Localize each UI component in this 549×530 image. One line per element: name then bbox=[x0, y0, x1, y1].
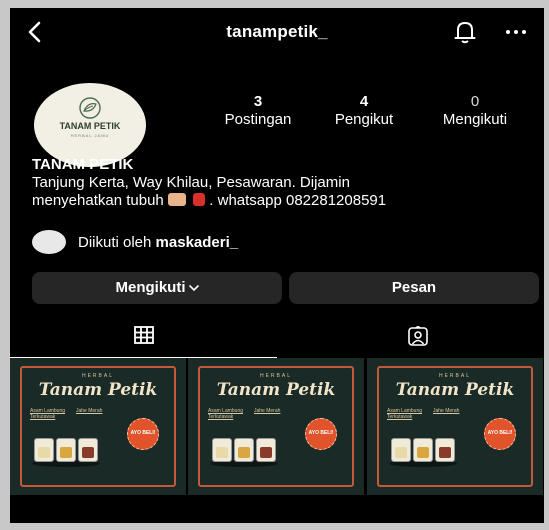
stat-followers[interactable]: 4 Pengikut bbox=[320, 93, 408, 128]
product-pack bbox=[212, 438, 232, 462]
post-badge: AYO BELI! bbox=[127, 418, 159, 450]
message-button[interactable]: Pesan bbox=[289, 272, 539, 304]
post-tag: HERBAL bbox=[81, 373, 114, 379]
post-title: Tanam Petik bbox=[216, 380, 336, 400]
product-pack bbox=[256, 438, 276, 462]
stat-followers-label: Pengikut bbox=[334, 111, 394, 128]
stat-followers-count: 4 bbox=[359, 93, 369, 110]
following-button[interactable]: Mengikuti bbox=[32, 272, 282, 304]
avatar-subtitle: HERBAL JAMU bbox=[70, 133, 110, 138]
product-pack bbox=[56, 438, 76, 462]
grid-icon bbox=[134, 326, 154, 344]
post-line-2: Terkutawak bbox=[387, 414, 413, 420]
top-bar: tanampetik_ bbox=[10, 8, 544, 56]
post-thumbnail[interactable]: HERBAL Tanam Petik Asam Lambung Terkutaw… bbox=[188, 358, 364, 495]
post-line-3: Jahe Merah bbox=[76, 408, 103, 414]
following-button-label: Mengikuti bbox=[115, 279, 186, 296]
post-title: Tanam Petik bbox=[395, 380, 515, 400]
stat-posts-label: Postingan bbox=[224, 111, 292, 128]
profile-avatar[interactable]: TANAM PETIK HERBAL JAMU bbox=[34, 83, 146, 167]
avatar-brand-text: TANAM PETIK bbox=[59, 121, 121, 131]
post-line-2: Terkutawak bbox=[30, 414, 56, 420]
product-pack bbox=[435, 438, 455, 462]
profile-display-name: TANAM PETIK bbox=[32, 156, 134, 173]
bio-line-2: menyehatkan tubuh . whatsapp 08228120859… bbox=[32, 192, 537, 210]
stat-following-label: Mengikuti bbox=[442, 111, 508, 128]
bottle-emoji-icon bbox=[193, 193, 206, 206]
stat-posts[interactable]: 3 Postingan bbox=[210, 93, 306, 128]
tab-posts-grid[interactable] bbox=[10, 313, 277, 358]
stat-following-count: 0 bbox=[470, 93, 480, 110]
bell-icon[interactable] bbox=[454, 20, 476, 44]
bio-line-1: Tanjung Kerta, Way Khilau, Pesawaran. Di… bbox=[32, 174, 350, 191]
post-title: Tanam Petik bbox=[38, 380, 158, 400]
post-thumbnail[interactable]: HERBAL Tanam Petik Asam Lambung Terkutaw… bbox=[367, 358, 543, 495]
more-horizontal-icon[interactable] bbox=[504, 22, 528, 42]
post-line-3: Jahe Merah bbox=[254, 408, 281, 414]
post-thumbnail[interactable]: HERBAL Tanam Petik Asam Lambung Terkutaw… bbox=[10, 358, 186, 495]
message-button-label: Pesan bbox=[391, 279, 437, 296]
post-line-2: Terkutawak bbox=[208, 414, 234, 420]
product-pack bbox=[78, 438, 98, 462]
posts-grid: HERBAL Tanam Petik Asam Lambung Terkutaw… bbox=[10, 358, 544, 495]
followed-by-user[interactable]: maskaderi_ bbox=[156, 234, 239, 251]
product-pack bbox=[234, 438, 254, 462]
post-badge: AYO BELI! bbox=[305, 418, 337, 450]
product-pack bbox=[413, 438, 433, 462]
instagram-profile-screen: tanampetik_ TANAM PETIK HERBAL JAMU 3 Po… bbox=[10, 8, 544, 523]
followed-by-text: Diikuti oleh maskaderi_ bbox=[78, 234, 238, 251]
product-pack bbox=[391, 438, 411, 462]
stat-posts-count: 3 bbox=[253, 93, 263, 110]
follower-avatar bbox=[32, 230, 66, 254]
profile-bio: TANAM PETIK Tanjung Kerta, Way Khilau, P… bbox=[32, 156, 537, 210]
post-tag: HERBAL bbox=[438, 373, 471, 379]
product-pack bbox=[34, 438, 54, 462]
post-badge: AYO BELI! bbox=[484, 418, 516, 450]
bio-line-2-text: menyehatkan tubuh bbox=[32, 192, 164, 209]
tagged-person-icon bbox=[408, 326, 428, 346]
chevron-down-icon bbox=[188, 285, 199, 292]
leaf-logo-icon bbox=[79, 97, 101, 119]
bio-line-2-contact: . whatsapp 082281208591 bbox=[209, 192, 387, 209]
post-tag: HERBAL bbox=[259, 373, 292, 379]
stat-following[interactable]: 0 Mengikuti bbox=[420, 93, 530, 128]
profile-tabs bbox=[10, 313, 544, 358]
post-line-3: Jahe Merah bbox=[433, 408, 460, 414]
muscle-emoji-icon bbox=[167, 193, 186, 206]
followed-by-prefix: Diikuti oleh bbox=[78, 234, 156, 251]
tab-tagged[interactable] bbox=[277, 313, 544, 358]
